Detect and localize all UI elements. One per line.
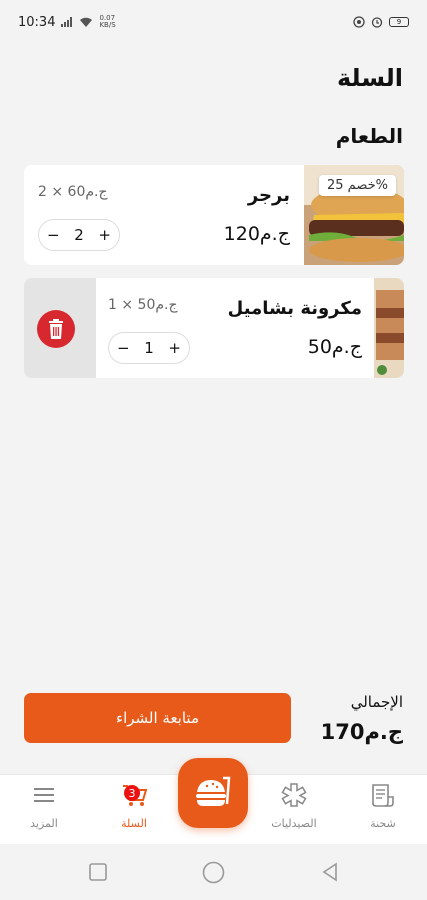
food-fab-icon (196, 776, 231, 806)
net-speed: 0.07 KB/S (99, 14, 116, 29)
nav-item-shipment[interactable]: شحنة (343, 781, 423, 830)
battery-icon: 9 (389, 17, 409, 27)
checkout-button[interactable]: متابعة الشراء (24, 693, 291, 743)
discount-badge: خصم 25% (319, 175, 396, 196)
item-total: 50ج.م (307, 336, 362, 358)
page-title: السلة (336, 64, 403, 92)
signal-icon (61, 17, 73, 27)
total-label: الإجمالي (350, 693, 403, 711)
quantity-value: 1 (144, 339, 154, 357)
alarm-icon (371, 17, 383, 28)
pasta-photo-icon (374, 278, 404, 378)
burger-photo-icon: خصم 25% (304, 165, 404, 265)
status-bar: 10:34 0.07 KB/S 9 (0, 0, 427, 44)
cart-item-pasta[interactable]: مكرونة بشاميل 1 × 50ج.م 50ج.م − 1 + (24, 278, 404, 378)
increase-button[interactable]: + (98, 226, 111, 244)
section-title: الطعام (335, 124, 403, 148)
receipt-icon (372, 784, 394, 807)
menu-icon (34, 788, 54, 802)
unit-price-line: 1 × 50ج.م (108, 297, 178, 313)
cart-item-burger[interactable]: خصم 25% برجر 2 × 60ج.م 120ج.م − 2 + (24, 165, 404, 265)
quantity-stepper[interactable]: − 1 + (108, 332, 190, 364)
status-time: 10:34 (18, 14, 56, 30)
recents-icon[interactable] (88, 862, 108, 882)
item-total: 120ج.م (223, 223, 290, 245)
food-fab-button[interactable] (178, 758, 248, 828)
medical-icon (281, 783, 307, 807)
item-name: برجر (247, 185, 290, 206)
quantity-stepper[interactable]: − 2 + (38, 219, 120, 251)
decrease-button[interactable]: − (47, 226, 60, 244)
quantity-value: 2 (74, 226, 84, 244)
trash-icon (49, 319, 63, 339)
delete-button[interactable] (37, 310, 75, 348)
total-value: 170ج.م (320, 720, 403, 744)
wifi-icon (80, 17, 93, 27)
home-icon[interactable] (202, 861, 225, 884)
increase-button[interactable]: + (168, 339, 181, 357)
nav-item-cart[interactable]: 3 السلة (94, 781, 174, 830)
status-right: 9 (353, 16, 409, 28)
item-name: مكرونة بشاميل (227, 298, 362, 319)
unit-price-line: 2 × 60ج.م (38, 184, 108, 200)
location-icon (353, 16, 365, 28)
system-nav-bar (0, 844, 427, 900)
item-content: مكرونة بشاميل 1 × 50ج.م 50ج.م − 1 + (96, 278, 404, 378)
nav-item-pharmacies[interactable]: الصيدليات (254, 781, 334, 830)
decrease-button[interactable]: − (117, 339, 130, 357)
back-icon[interactable] (320, 862, 340, 882)
cart-count-badge: 3 (124, 785, 140, 801)
status-left: 10:34 0.07 KB/S (18, 15, 116, 30)
nav-item-more[interactable]: المزيد (4, 781, 84, 830)
